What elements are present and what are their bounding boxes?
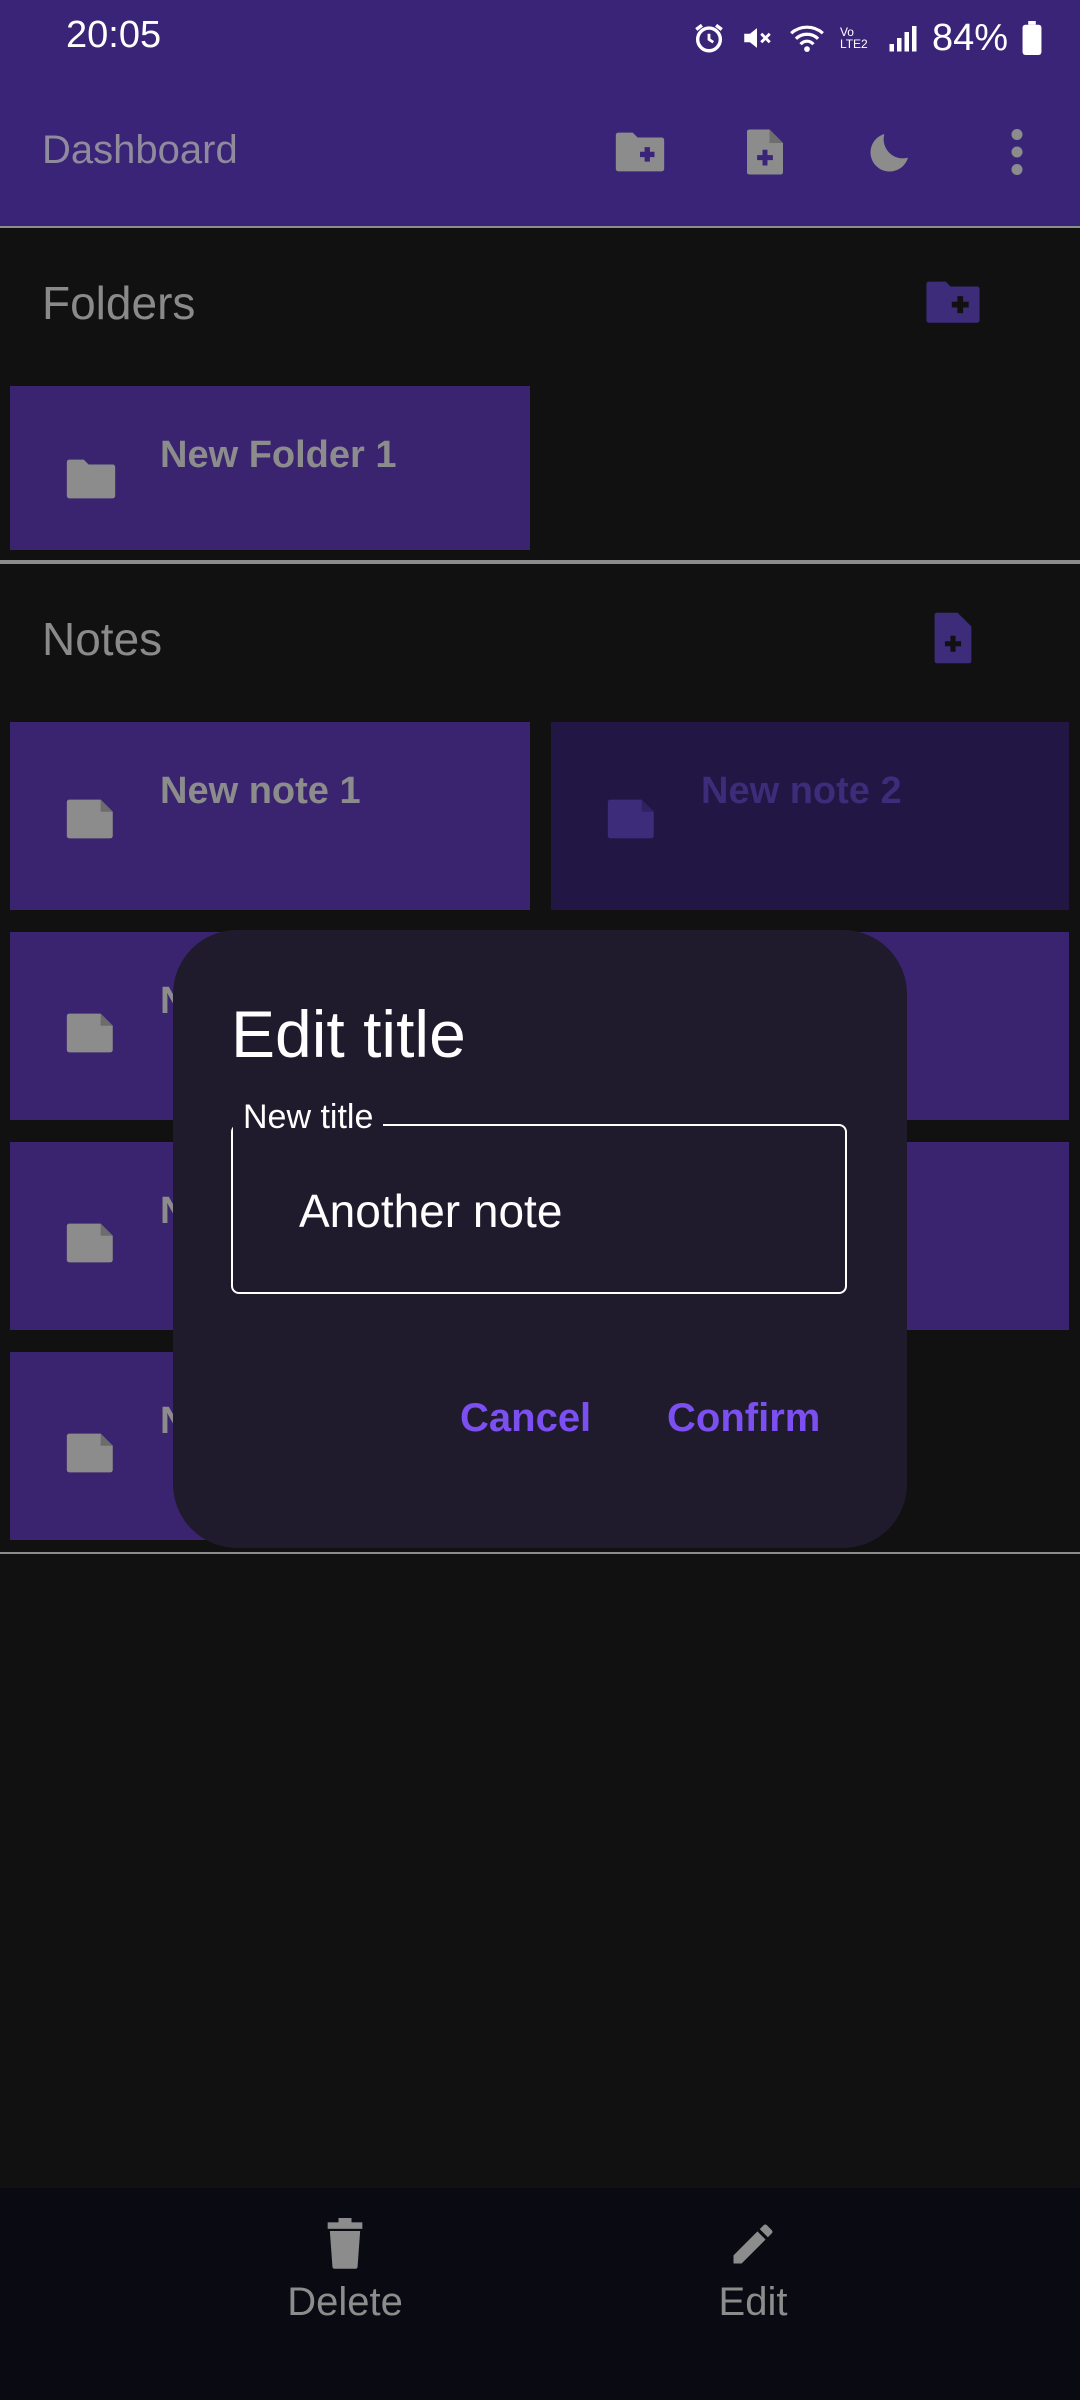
appbar-divider xyxy=(0,226,1080,228)
battery-percent: 84% xyxy=(931,16,1008,59)
status-bar: 20:05 Vo LTE2 84% xyxy=(0,0,1080,76)
edit-title-dialog: Edit title New title Another note Cancel… xyxy=(173,930,907,1548)
new-note-icon xyxy=(747,129,783,175)
folders-divider xyxy=(0,560,1080,564)
add-note-button[interactable] xyxy=(930,610,976,666)
confirm-button[interactable]: Confirm xyxy=(667,1396,820,1441)
trash-icon xyxy=(327,2218,363,2269)
delete-button[interactable]: Delete xyxy=(225,2218,465,2325)
add-note-icon xyxy=(934,612,972,664)
dark-mode-moon-icon xyxy=(870,134,908,172)
notes-divider xyxy=(0,1552,1080,1554)
mute-icon xyxy=(740,21,774,55)
note-label: New note 1 xyxy=(160,770,361,812)
folder-tile[interactable]: New Folder 1 xyxy=(10,386,530,550)
note-icon xyxy=(66,1433,113,1473)
status-icons: Vo LTE2 84% xyxy=(692,14,1042,62)
new-title-input[interactable]: Another note xyxy=(299,1184,562,1238)
note-label: New note 2 xyxy=(701,770,902,812)
delete-label: Delete xyxy=(287,2280,403,2324)
network-badge: Vo LTE2 xyxy=(839,25,868,51)
dialog-title: Edit title xyxy=(231,997,466,1071)
app-bar: Dashboard xyxy=(0,76,1080,226)
bottom-action-bar: Delete Edit xyxy=(0,2188,1080,2400)
battery-icon xyxy=(1022,21,1042,55)
note-icon xyxy=(66,799,113,839)
folder-label: New Folder 1 xyxy=(160,434,397,476)
more-vert-icon xyxy=(1011,129,1023,175)
pencil-icon xyxy=(733,2224,773,2264)
more-options-button[interactable] xyxy=(977,112,1057,192)
note-tile-selected[interactable]: New note 2 xyxy=(551,722,1069,910)
folders-title: Folders xyxy=(42,277,196,329)
new-folder-icon xyxy=(615,132,665,172)
status-time: 20:05 xyxy=(66,14,162,56)
note-tile[interactable]: New note 1 xyxy=(10,722,530,910)
app-bar-title: Dashboard xyxy=(42,128,238,172)
dark-mode-button[interactable] xyxy=(850,112,930,192)
wifi-icon xyxy=(788,21,826,55)
edit-label: Edit xyxy=(718,2280,788,2324)
alarm-icon xyxy=(692,21,726,55)
note-icon xyxy=(607,799,654,839)
new-title-label: New title xyxy=(233,1098,384,1137)
notes-title: Notes xyxy=(42,613,163,665)
new-folder-button[interactable] xyxy=(600,112,680,192)
add-folder-button[interactable] xyxy=(924,274,982,328)
edit-button[interactable]: Edit xyxy=(633,2218,873,2325)
note-icon xyxy=(66,1223,113,1263)
note-icon xyxy=(66,1013,113,1053)
folder-icon xyxy=(66,459,116,499)
add-folder-icon xyxy=(926,281,980,323)
cancel-button[interactable]: Cancel xyxy=(460,1396,591,1441)
signal-icon xyxy=(888,21,918,55)
new-note-button[interactable] xyxy=(725,112,805,192)
